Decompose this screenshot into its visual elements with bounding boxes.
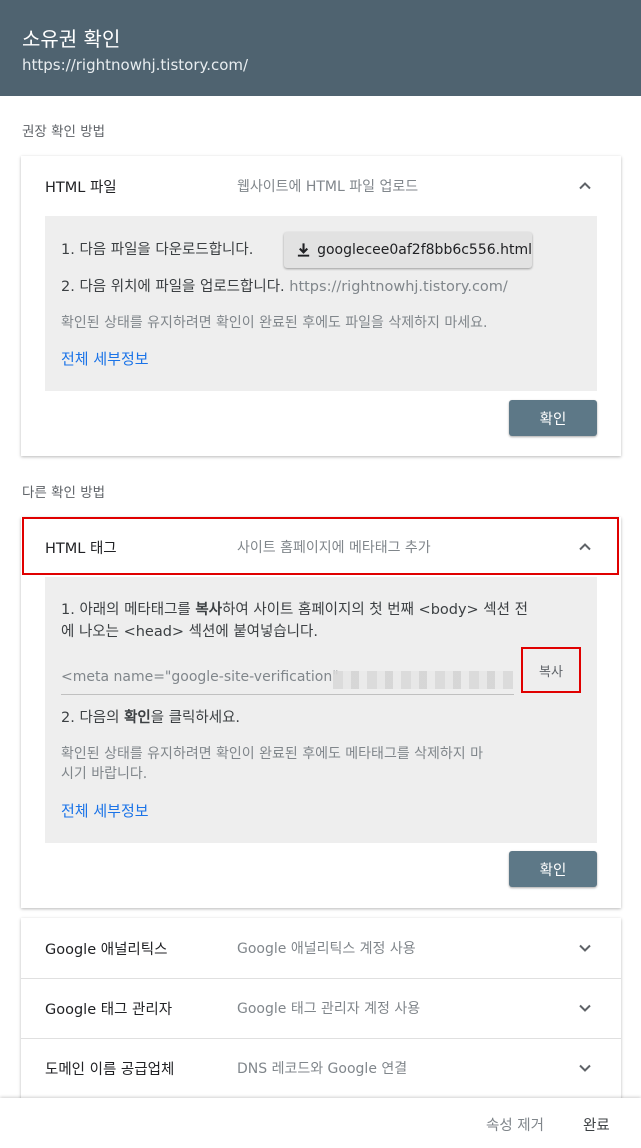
done-button[interactable]: 완료 xyxy=(583,1114,610,1135)
chevron-down-icon[interactable] xyxy=(577,1060,593,1076)
html-file-header[interactable]: HTML 파일 웹사이트에 HTML 파일 업로드 xyxy=(21,156,621,216)
download-file-name: googlecee0af2f8bb6c556.html xyxy=(317,242,532,258)
html-file-card: HTML 파일 웹사이트에 HTML 파일 업로드 1. 다음 파일을 다운로드… xyxy=(21,156,621,456)
remove-property-button[interactable]: 속성 제거 xyxy=(486,1114,544,1135)
chevron-down-icon[interactable] xyxy=(577,940,593,956)
method-row-tag-manager[interactable]: Google 태그 관리자 Google 태그 관리자 계정 사용 xyxy=(21,978,621,1038)
method-name: 도메인 이름 공급업체 xyxy=(45,1062,175,1078)
download-icon xyxy=(297,243,310,257)
keep-file-note: 확인된 상태를 유지하려면 확인이 완료된 후에도 파일을 삭제하지 마세요. xyxy=(61,315,488,331)
html-tag-header[interactable]: HTML 태그 사이트 홈페이지에 메타태그 추가 xyxy=(21,517,621,577)
property-url: https://rightnowhj.tistory.com/ xyxy=(22,56,249,74)
download-file-button[interactable]: googlecee0af2f8bb6c556.html xyxy=(284,232,532,268)
full-details-link[interactable]: 전체 세부정보 xyxy=(61,800,149,821)
recommended-section-label: 권장 확인 방법 xyxy=(22,124,106,140)
method-name: Google 태그 관리자 xyxy=(45,1002,173,1018)
tag-step2-text: 2. 다음의 확인을 클릭하세요. xyxy=(61,710,241,726)
chevron-up-icon[interactable] xyxy=(577,539,593,555)
copy-button[interactable]: 복사 xyxy=(521,647,581,693)
method-desc: DNS 레코드와 Google 연결 xyxy=(237,1061,408,1077)
html-file-panel: 1. 다음 파일을 다운로드합니다. googlecee0af2f8bb6c55… xyxy=(45,216,597,391)
confirm-button[interactable]: 확인 xyxy=(509,851,597,887)
html-tag-card: HTML 태그 사이트 홈페이지에 메타태그 추가 1. 아래의 메타태그를 복… xyxy=(21,517,621,908)
method-desc: Google 태그 관리자 계정 사용 xyxy=(237,1001,421,1017)
method-desc: Google 애널리틱스 계정 사용 xyxy=(237,941,416,957)
redacted-content xyxy=(333,671,513,689)
method-desc: 웹사이트에 HTML 파일 업로드 xyxy=(237,179,419,195)
step1-text: 1. 다음 파일을 다운로드합니다. xyxy=(61,242,254,258)
meta-tag-field[interactable]: <meta name="google-site-verification" xyxy=(61,665,514,695)
full-details-link[interactable]: 전체 세부정보 xyxy=(61,348,149,369)
chevron-down-icon[interactable] xyxy=(577,1000,593,1016)
dialog-header: 소유권 확인 https://rightnowhj.tistory.com/ xyxy=(0,0,641,96)
collapsed-methods-card: Google 애널리틱스 Google 애널리틱스 계정 사용 Google 태… xyxy=(21,918,621,1108)
method-row-domain-provider[interactable]: 도메인 이름 공급업체 DNS 레코드와 Google 연결 xyxy=(21,1038,621,1098)
method-name: HTML 태그 xyxy=(45,541,117,557)
dialog-title: 소유권 확인 xyxy=(22,27,121,51)
method-name: HTML 파일 xyxy=(45,180,117,196)
confirm-button[interactable]: 확인 xyxy=(509,400,597,436)
keep-tag-note-line2: 시기 바랍니다. xyxy=(61,766,148,782)
tag-step1-text: 1. 아래의 메타태그를 복사하여 사이트 홈페이지의 첫 번째 <body> … xyxy=(61,602,528,618)
step2-url: https://rightnowhj.tistory.com/ xyxy=(289,279,508,295)
dialog-footer: 속성 제거 완료 xyxy=(0,1098,641,1148)
other-section-label: 다른 확인 방법 xyxy=(22,485,106,501)
keep-tag-note: 확인된 상태를 유지하려면 확인이 완료된 후에도 메타태그를 삭제하지 마 xyxy=(61,746,483,762)
method-name: Google 애널리틱스 xyxy=(45,942,168,958)
method-desc: 사이트 홈페이지에 메타태그 추가 xyxy=(237,540,431,556)
method-row-google-analytics[interactable]: Google 애널리틱스 Google 애널리틱스 계정 사용 xyxy=(21,918,621,978)
tag-step1-text-line2: 에 나오는 <head> 섹션에 붙여넣습니다. xyxy=(61,624,318,640)
step2-text: 2. 다음 위치에 파일을 업로드합니다. https://rightnowhj… xyxy=(61,279,508,295)
meta-tag-value: <meta name="google-site-verification" xyxy=(61,669,339,685)
chevron-up-icon[interactable] xyxy=(577,178,593,194)
html-tag-panel: 1. 아래의 메타태그를 복사하여 사이트 홈페이지의 첫 번째 <body> … xyxy=(45,577,597,843)
